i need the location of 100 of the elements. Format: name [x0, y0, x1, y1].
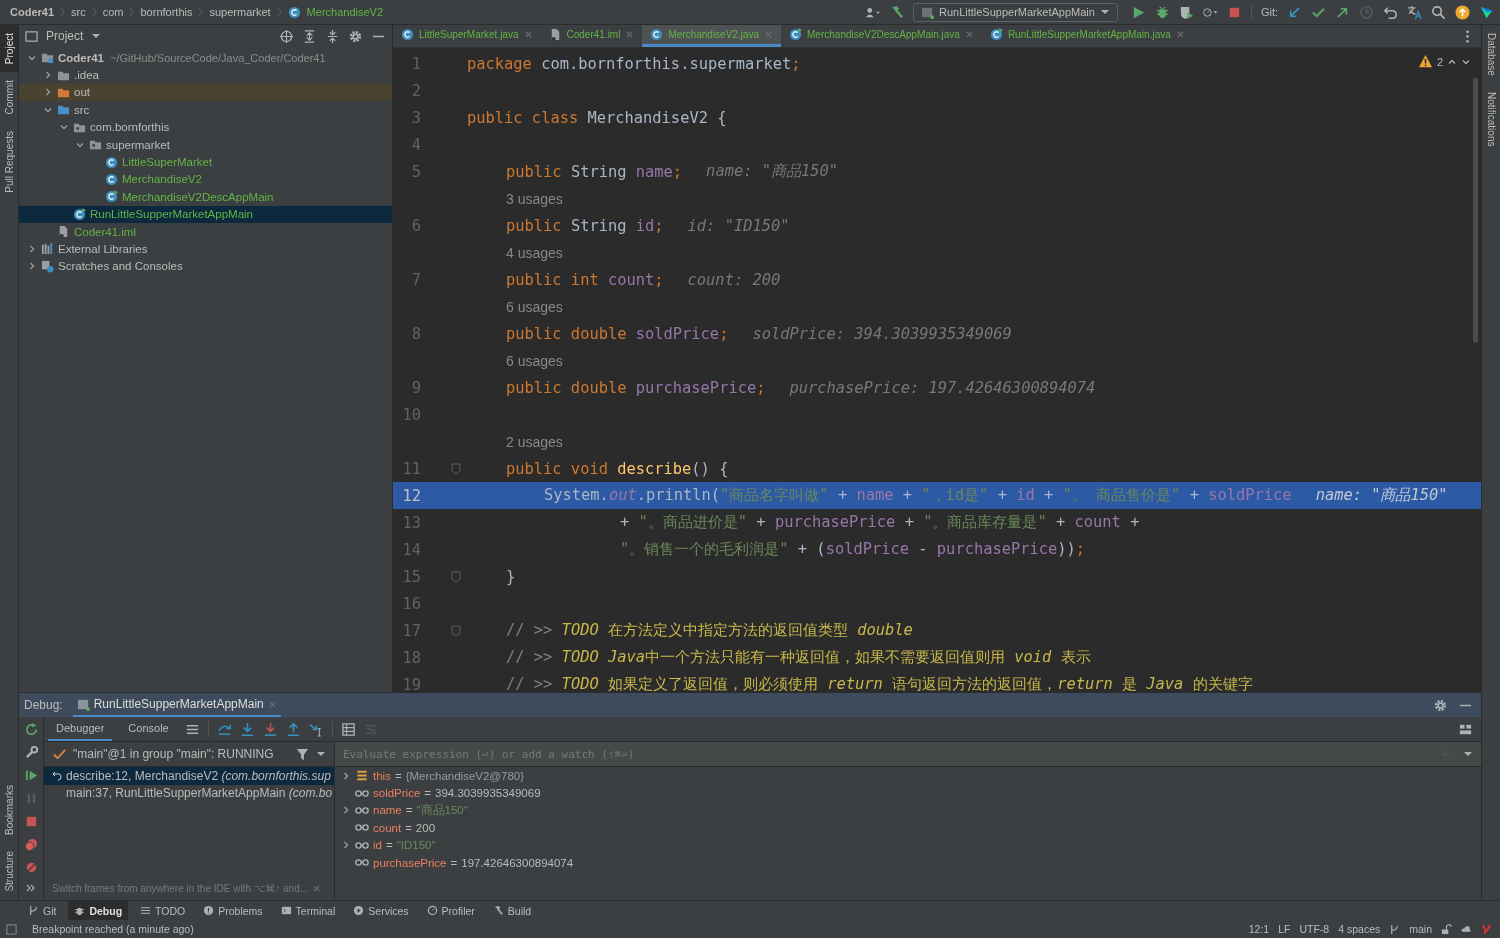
breadcrumb[interactable]: bornforthis: [140, 6, 193, 18]
tool-window-tab[interactable]: Bookmarks: [0, 777, 18, 844]
chevron-right-icon[interactable]: [27, 244, 37, 254]
wrench-icon[interactable]: [23, 745, 39, 760]
warning-icon[interactable]: [1417, 54, 1433, 69]
stack-frame[interactable]: describe:12, MerchandiseV2 (com.bornforthis.sup: [44, 767, 334, 785]
collapse-all-icon[interactable]: [325, 28, 340, 44]
breadcrumb[interactable]: MerchandiseV2: [306, 6, 384, 18]
caret-icon[interactable]: [1463, 749, 1473, 759]
caret-icon[interactable]: [91, 31, 102, 41]
breadcrumb[interactable]: com: [102, 6, 124, 18]
tree-item[interactable]: Coder41.iml: [19, 222, 392, 241]
settings-icon[interactable]: [1433, 697, 1448, 713]
tree-item[interactable]: com.bornforthis: [19, 118, 392, 136]
breadcrumb[interactable]: src: [71, 6, 86, 18]
caret-icon[interactable]: [316, 749, 326, 759]
resume-icon[interactable]: [23, 768, 39, 783]
usages-hint[interactable]: 2 usages: [506, 433, 563, 450]
translate-icon[interactable]: [1407, 4, 1422, 20]
fold-icon[interactable]: [451, 462, 461, 475]
caret-position[interactable]: 12:1: [1248, 923, 1270, 935]
breakpoints-icon[interactable]: [23, 837, 39, 852]
chevron-right-icon[interactable]: [43, 70, 53, 81]
tree-item[interactable]: supermarket: [19, 135, 392, 154]
tool-window-tab[interactable]: Project: [0, 25, 18, 73]
tree-item[interactable]: LittleSuperMarket: [19, 153, 392, 171]
more-icon[interactable]: [26, 883, 36, 893]
close-icon[interactable]: [625, 30, 635, 39]
editor-tab[interactable]: MerchandiseV2DescAppMain.java: [781, 25, 982, 47]
fold-icon[interactable]: [451, 570, 461, 583]
editor-tab[interactable]: LittleSuperMarket.java: [393, 25, 541, 47]
tool-window-button[interactable]: Terminal: [274, 901, 342, 920]
step-out-icon[interactable]: [285, 721, 301, 737]
panel-toggle-icon[interactable]: [6, 923, 17, 935]
debugger-tab[interactable]: Debugger: [48, 717, 113, 741]
breadcrumb[interactable]: Coder41: [10, 6, 55, 18]
evaluate-table-icon[interactable]: [340, 721, 356, 737]
close-icon[interactable]: [964, 30, 974, 39]
tree-item[interactable]: src: [19, 101, 392, 119]
expand-all-icon[interactable]: [302, 28, 317, 44]
git-branch[interactable]: main: [1409, 923, 1432, 935]
tool-window-button[interactable]: Build: [486, 901, 538, 920]
tool-window-tab[interactable]: Commit: [0, 72, 18, 123]
tree-item[interactable]: Coder41 ~/GitHub/SourceCode/Java_Coder/Coder41: [19, 49, 392, 67]
plugin-logo-icon[interactable]: [1481, 923, 1492, 935]
editor-tab[interactable]: MerchandiseV2.java: [642, 25, 782, 47]
mute-breakpoints-icon[interactable]: [23, 860, 39, 875]
file-encoding[interactable]: UTF-8: [1299, 923, 1330, 935]
app-logo-icon[interactable]: [1479, 4, 1494, 20]
usages-hint[interactable]: 6 usages: [506, 298, 563, 315]
rerun-icon[interactable]: [23, 722, 39, 737]
close-icon[interactable]: [312, 884, 322, 893]
warning-count[interactable]: 2: [1436, 55, 1443, 68]
tool-window-button[interactable]: Debug: [68, 901, 129, 920]
locate-icon[interactable]: [279, 28, 294, 44]
chevron-right-icon[interactable]: [341, 770, 351, 781]
fold-icon[interactable]: [451, 624, 461, 637]
run-configuration-dropdown[interactable]: RunLittleSupperMarketAppMain: [912, 2, 1118, 22]
usages-hint[interactable]: 3 usages: [506, 190, 563, 207]
tree-item[interactable]: Scratches and Consoles: [19, 257, 392, 276]
tool-window-tab[interactable]: Pull Requests: [0, 122, 18, 201]
usages-hint[interactable]: 6 usages: [506, 352, 563, 369]
update-project-icon[interactable]: [1287, 4, 1302, 20]
scrollbar[interactable]: [1473, 78, 1478, 343]
update-available-icon[interactable]: [1455, 4, 1470, 20]
panel-title[interactable]: Project: [46, 29, 84, 43]
tool-window-button[interactable]: Services: [347, 901, 415, 920]
debug-session-tab[interactable]: RunLittleSupperMarketAppMain: [72, 693, 281, 717]
tool-window-tab[interactable]: Database: [1482, 25, 1500, 84]
step-into-icon[interactable]: [239, 721, 255, 737]
tool-window-button[interactable]: Problems: [197, 901, 269, 920]
line-separator[interactable]: LF: [1278, 923, 1291, 935]
run-to-cursor-icon[interactable]: [308, 721, 324, 737]
filter-icon[interactable]: [295, 746, 310, 762]
editor-tab[interactable]: RunLittleSupperMarketAppMain.java: [981, 25, 1193, 47]
settings-icon[interactable]: [348, 28, 363, 44]
chevron-right-icon[interactable]: [27, 261, 37, 272]
chevron-right-icon[interactable]: [43, 87, 53, 98]
lock-icon[interactable]: [1441, 923, 1452, 935]
debug-icon[interactable]: [1154, 4, 1170, 20]
tree-item[interactable]: out: [19, 83, 392, 102]
coverage-icon[interactable]: [1178, 4, 1194, 20]
debugger-tab[interactable]: Console: [120, 717, 177, 741]
stack-frame[interactable]: main:37, RunLittleSupperMarketAppMain (com.bo: [44, 784, 334, 802]
tool-window-button[interactable]: Profiler: [420, 901, 481, 920]
tree-item[interactable]: MerchandiseV2: [19, 170, 392, 189]
close-icon[interactable]: [1175, 30, 1185, 39]
tool-window-tab[interactable]: Structure: [0, 843, 18, 900]
tool-window-button[interactable]: TODO: [134, 901, 192, 920]
editor-tab[interactable]: Coder41.iml: [540, 25, 643, 47]
tool-window-button[interactable]: Git: [22, 901, 63, 920]
search-icon[interactable]: [1431, 4, 1446, 20]
tree-item[interactable]: .idea: [19, 66, 392, 84]
force-step-into-icon[interactable]: [262, 721, 278, 737]
cloud-icon[interactable]: [1461, 923, 1472, 935]
tree-item[interactable]: MerchandiseV2DescAppMain: [19, 188, 392, 206]
usages-hint[interactable]: 4 usages: [506, 244, 563, 261]
tree-item[interactable]: RunLittleSupperMarketAppMain: [19, 205, 392, 223]
indent-setting[interactable]: 4 spaces: [1338, 923, 1381, 935]
close-icon[interactable]: [523, 30, 533, 39]
